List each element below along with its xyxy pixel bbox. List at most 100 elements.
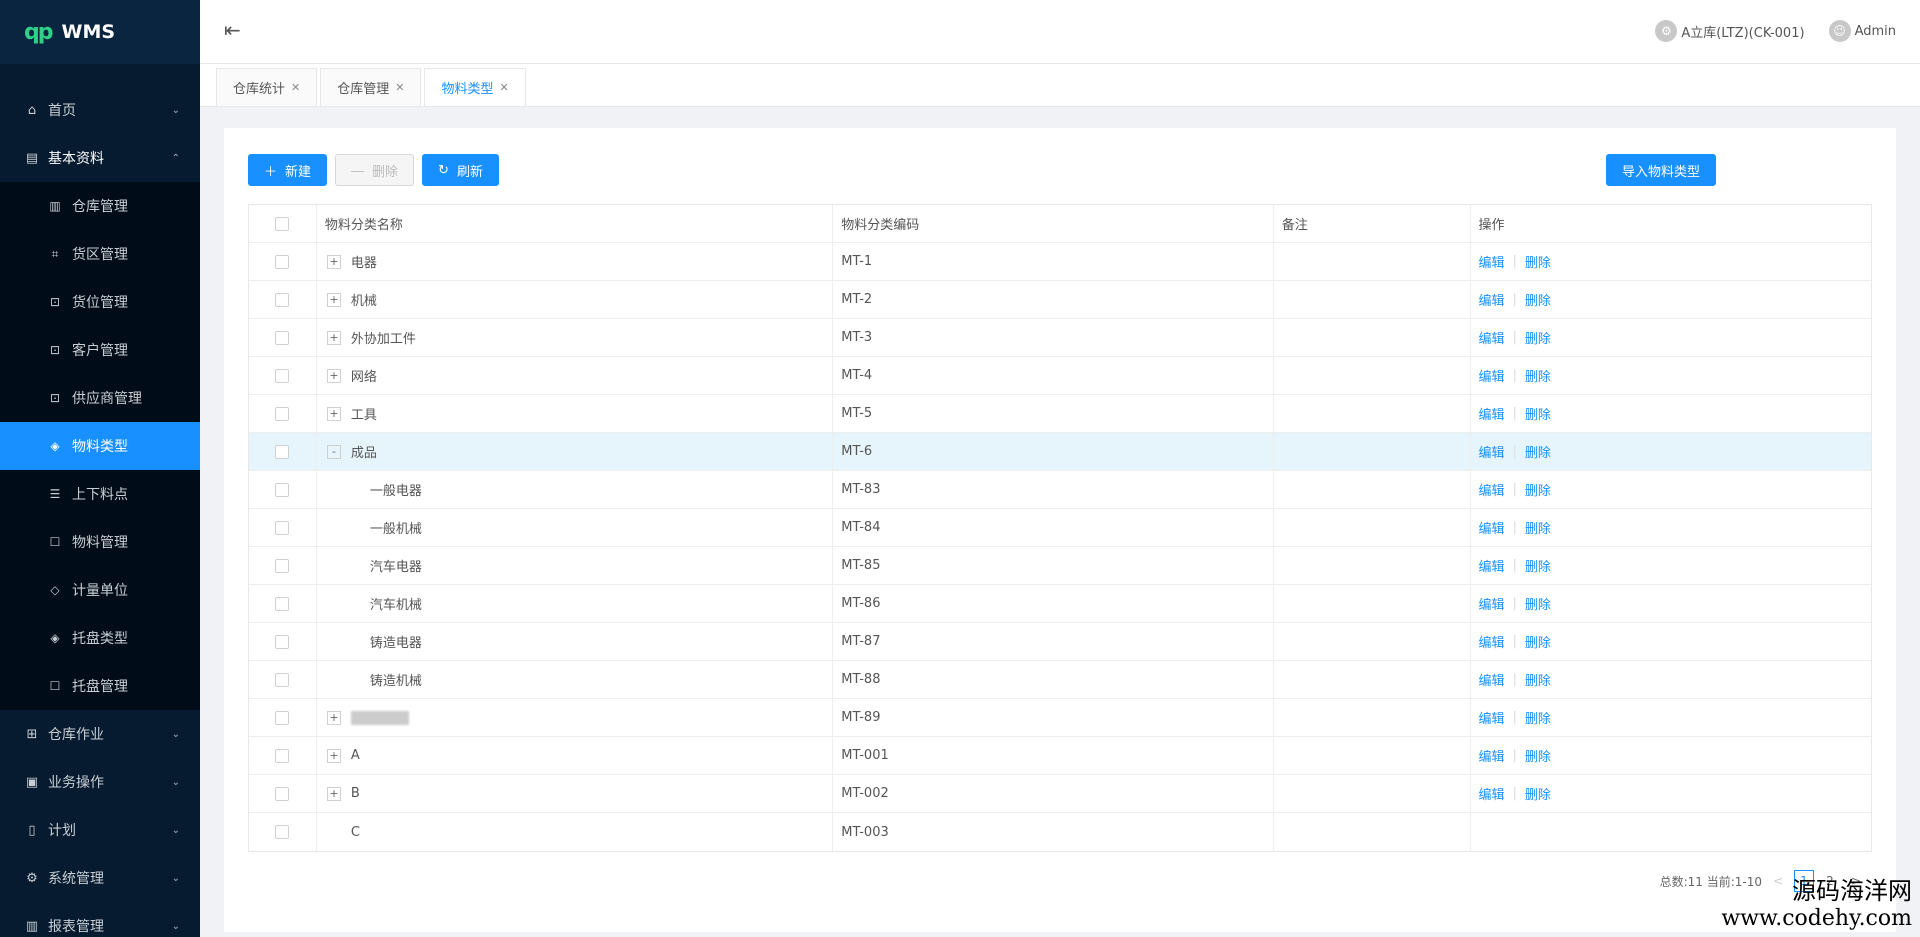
sidebar-item-4[interactable]: ▯ 计划 ⌄	[0, 806, 200, 854]
import-material-type-button[interactable]: 导入物料类型	[1606, 154, 1717, 186]
edit-link[interactable]: 编辑	[1479, 442, 1505, 461]
row-checkbox[interactable]	[275, 368, 290, 383]
edit-link[interactable]: 编辑	[1479, 518, 1505, 537]
edit-link[interactable]: 编辑	[1479, 366, 1505, 385]
row-checkbox[interactable]	[275, 710, 290, 725]
delete-button[interactable]: — 删除	[335, 154, 415, 186]
delete-link[interactable]: 删除	[1525, 442, 1551, 461]
sidebar-item-2[interactable]: ⊞ 仓库作业 ⌄	[0, 710, 200, 758]
code-cell: MT-3	[833, 319, 1274, 356]
delete-link[interactable]: 删除	[1525, 480, 1551, 499]
collapse-icon[interactable]: -	[326, 444, 341, 459]
delete-link[interactable]: 删除	[1525, 670, 1551, 689]
edit-link[interactable]: 编辑	[1479, 404, 1505, 423]
tab-0[interactable]: 仓库统计 ✕	[216, 68, 318, 106]
row-checkbox[interactable]	[275, 672, 290, 687]
sidebar-subitem-4[interactable]: ⊡ 供应商管理	[0, 374, 200, 422]
warehouse-selector[interactable]: ⚙ A立库(LTZ)(CK-001)	[1655, 20, 1805, 42]
tab-1[interactable]: 仓库管理 ✕	[320, 68, 422, 106]
name-cell: + 工具	[317, 395, 834, 432]
tab-2[interactable]: 物料类型 ✕	[424, 68, 526, 106]
delete-link[interactable]: 删除	[1525, 518, 1551, 537]
menu-collapse-icon[interactable]: ⇤	[224, 18, 241, 42]
row-checkbox[interactable]	[275, 520, 290, 535]
delete-link[interactable]: 删除	[1525, 746, 1551, 765]
delete-link[interactable]: 删除	[1525, 328, 1551, 347]
edit-link[interactable]: 编辑	[1479, 632, 1505, 651]
row-checkbox[interactable]	[275, 292, 290, 307]
actions-cell: 编辑 | 删除	[1471, 623, 1872, 660]
sidebar-item-5[interactable]: ⚙ 系统管理 ⌄	[0, 854, 200, 902]
sidebar-subitem-7[interactable]: ☐ 物料管理	[0, 518, 200, 566]
expand-icon[interactable]: +	[326, 786, 341, 801]
actions-cell: 编辑 | 删除	[1471, 395, 1872, 432]
edit-link[interactable]: 编辑	[1479, 670, 1505, 689]
delete-link[interactable]: 删除	[1525, 252, 1551, 271]
select-all-checkbox[interactable]	[275, 216, 290, 231]
sidebar-subitem-8[interactable]: ◇ 计量单位	[0, 566, 200, 614]
column-header-name: 物料分类名称	[317, 205, 834, 242]
expand-icon[interactable]: +	[326, 406, 341, 421]
edit-link[interactable]: 编辑	[1479, 708, 1505, 727]
refresh-button[interactable]: ↻ 刷新	[422, 154, 499, 186]
row-checkbox[interactable]	[275, 254, 290, 269]
row-checkbox-cell	[249, 357, 317, 394]
edit-link[interactable]: 编辑	[1479, 290, 1505, 309]
category-name: 铸造电器	[369, 636, 422, 651]
row-checkbox[interactable]	[275, 786, 290, 801]
sidebar-subitem-2[interactable]: ⊡ 货位管理	[0, 278, 200, 326]
sidebar-subitem-5[interactable]: ◈ 物料类型	[0, 422, 200, 470]
sidebar-subitem-6[interactable]: ☰ 上下料点	[0, 470, 200, 518]
expand-icon[interactable]: +	[326, 368, 341, 383]
edit-link[interactable]: 编辑	[1479, 784, 1505, 803]
sidebar-item-0[interactable]: ⌂ 首页 ⌄	[0, 86, 200, 134]
row-checkbox[interactable]	[275, 330, 290, 345]
row-checkbox[interactable]	[275, 482, 290, 497]
delete-link[interactable]: 删除	[1525, 708, 1551, 727]
tab-close-icon[interactable]: ✕	[499, 81, 508, 94]
user-menu[interactable]: ☺ Admin	[1828, 20, 1896, 42]
sidebar-subitem-0[interactable]: ▥ 仓库管理	[0, 182, 200, 230]
sidebar-subitem-1[interactable]: ⌗ 货区管理	[0, 230, 200, 278]
row-checkbox[interactable]	[275, 825, 290, 839]
tab-close-icon[interactable]: ✕	[291, 81, 300, 94]
edit-link[interactable]: 编辑	[1479, 252, 1505, 271]
edit-link[interactable]: 编辑	[1479, 556, 1505, 575]
row-checkbox[interactable]	[275, 748, 290, 763]
action-divider: |	[1512, 786, 1517, 801]
note-cell	[1274, 775, 1471, 812]
expand-icon[interactable]: +	[326, 330, 341, 345]
sidebar-subitem-9[interactable]: ◈ 托盘类型	[0, 614, 200, 662]
row-checkbox[interactable]	[275, 558, 290, 573]
category-name: 机械	[350, 294, 377, 309]
delete-link[interactable]: 删除	[1525, 366, 1551, 385]
area-icon: ⌗	[51, 246, 59, 261]
tab-close-icon[interactable]: ✕	[395, 81, 404, 94]
delete-link[interactable]: 删除	[1525, 632, 1551, 651]
row-checkbox[interactable]	[275, 596, 290, 611]
expand-icon[interactable]: +	[326, 292, 341, 307]
sidebar-subitem-3[interactable]: ⊡ 客户管理	[0, 326, 200, 374]
sidebar-item-1[interactable]: ▤ 基本资料 ⌃	[0, 134, 200, 182]
sidebar-item-3[interactable]: ▣ 业务操作 ⌄	[0, 758, 200, 806]
delete-link[interactable]: 删除	[1525, 784, 1551, 803]
delete-link[interactable]: 删除	[1525, 290, 1551, 309]
expand-icon[interactable]: +	[326, 748, 341, 763]
edit-link[interactable]: 编辑	[1479, 328, 1505, 347]
row-checkbox[interactable]	[275, 634, 290, 649]
edit-link[interactable]: 编辑	[1479, 480, 1505, 499]
delete-link[interactable]: 删除	[1525, 556, 1551, 575]
actions-cell: 编辑 | 删除	[1471, 509, 1872, 546]
edit-link[interactable]: 编辑	[1479, 746, 1505, 765]
expand-icon[interactable]: +	[326, 710, 341, 725]
expand-icon[interactable]: +	[326, 254, 341, 269]
sidebar-item-6[interactable]: ▥ 报表管理 ⌄	[0, 902, 200, 937]
new-button[interactable]: ＋ 新建	[248, 154, 328, 186]
delete-link[interactable]: 删除	[1525, 594, 1551, 613]
row-checkbox[interactable]	[275, 444, 290, 459]
row-checkbox[interactable]	[275, 406, 290, 421]
edit-link[interactable]: 编辑	[1479, 594, 1505, 613]
sidebar-subitem-10[interactable]: ☐ 托盘管理	[0, 662, 200, 710]
delete-link[interactable]: 删除	[1525, 404, 1551, 423]
sidebar-subitem-label: 物料管理	[72, 535, 128, 551]
